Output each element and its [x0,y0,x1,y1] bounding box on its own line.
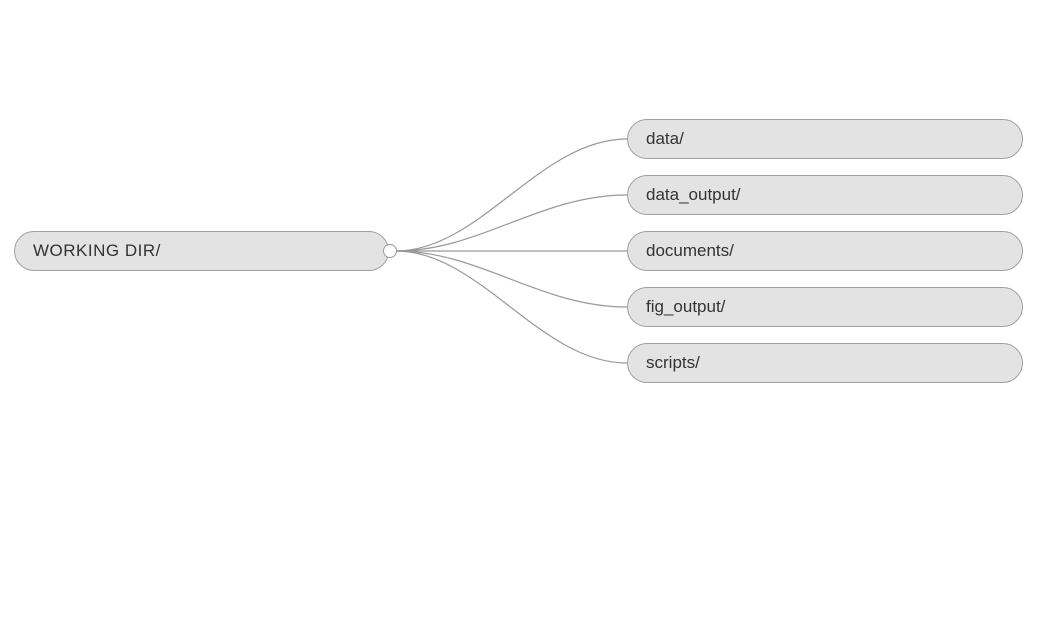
diagram-canvas: WORKING DIR/ data/ data_output/ document… [0,0,1038,639]
connector-lines [0,0,1038,639]
connector-dot-icon [383,244,397,258]
